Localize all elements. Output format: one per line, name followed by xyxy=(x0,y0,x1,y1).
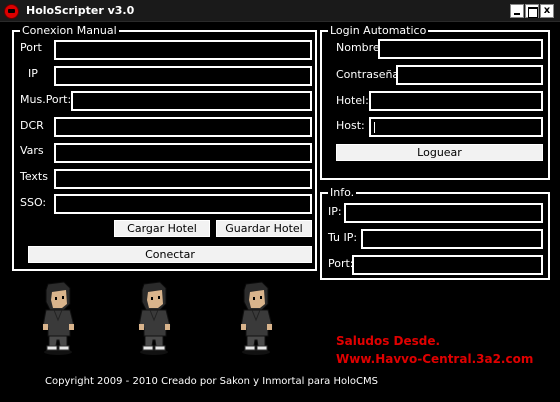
hotel-input[interactable] xyxy=(369,91,543,111)
loguear-button[interactable]: Loguear xyxy=(336,144,543,161)
ip-label: IP xyxy=(28,67,38,80)
vars-label: Vars xyxy=(20,144,44,157)
cargar-hotel-button[interactable]: Cargar Hotel xyxy=(114,220,210,237)
text-caret xyxy=(374,122,375,133)
texts-input[interactable] xyxy=(54,169,312,189)
vars-input[interactable] xyxy=(54,143,312,163)
avatar-figure-3 xyxy=(240,281,273,355)
conexion-manual-title: Conexion Manual xyxy=(20,24,119,38)
mus-port-input[interactable] xyxy=(71,91,312,111)
contrasena-input[interactable] xyxy=(396,65,543,85)
port-label: Port xyxy=(20,41,42,54)
title-bar[interactable]: HoloScripter v3.0 x xyxy=(0,0,560,22)
contrasena-label: Contraseña: xyxy=(336,68,403,81)
conectar-button[interactable]: Conectar xyxy=(28,246,312,263)
sso-label: SSO: xyxy=(20,196,47,209)
sso-input[interactable] xyxy=(54,194,312,214)
greeting-line-1: Saludos Desde. xyxy=(336,334,441,348)
info-ip-input[interactable] xyxy=(344,203,543,223)
info-title: Info. xyxy=(328,186,357,200)
greeting-line-2: Www.Havvo-Central.3a2.com xyxy=(336,352,534,366)
ip-input[interactable] xyxy=(54,66,312,86)
nombre-label: Nombre: xyxy=(336,41,384,54)
mus-port-label: Mus.Port: xyxy=(20,93,72,106)
host-input[interactable] xyxy=(369,117,543,137)
close-button[interactable]: x xyxy=(540,4,554,18)
hotel-label: Hotel: xyxy=(336,94,369,107)
dcr-input[interactable] xyxy=(54,117,312,137)
nombre-input[interactable] xyxy=(378,39,543,59)
texts-label: Texts xyxy=(20,170,48,183)
port-input[interactable] xyxy=(54,40,312,60)
tu-ip-input[interactable] xyxy=(361,229,543,249)
minimize-button[interactable] xyxy=(510,4,524,18)
info-ip-label: IP: xyxy=(328,205,342,218)
dcr-label: DCR xyxy=(20,119,44,132)
avatar-figure-1 xyxy=(42,281,75,355)
host-label: Host: xyxy=(336,119,365,132)
maximize-button[interactable] xyxy=(525,4,539,18)
tu-ip-label: Tu IP: xyxy=(328,231,358,244)
window-title: HoloScripter v3.0 xyxy=(26,4,135,17)
guardar-hotel-button[interactable]: Guardar Hotel xyxy=(216,220,312,237)
info-port-label: Port: xyxy=(328,257,354,270)
app-skull-icon xyxy=(4,4,19,19)
copyright-text: Copyright 2009 - 2010 Creado por Sakon y… xyxy=(45,376,378,387)
login-automatico-title: Login Automatico xyxy=(328,24,429,38)
info-port-input[interactable] xyxy=(352,255,543,275)
avatar-figure-2 xyxy=(138,281,171,355)
